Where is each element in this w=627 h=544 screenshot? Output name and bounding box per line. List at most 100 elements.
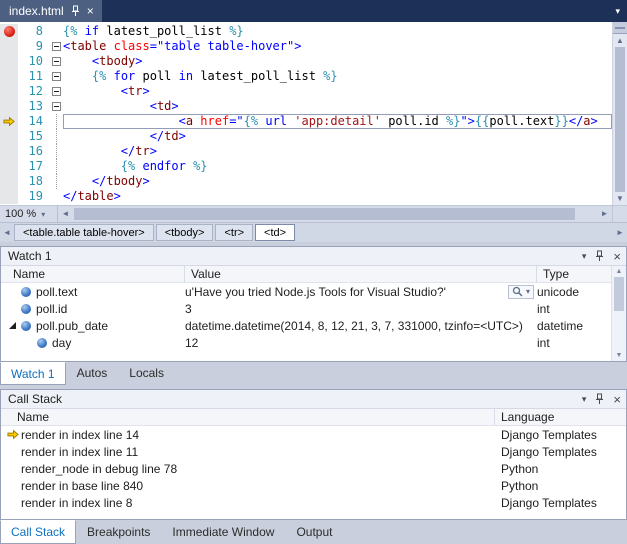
breakpoint-margin[interactable] [0, 54, 18, 69]
pin-icon[interactable] [595, 393, 604, 405]
watch-value-cell[interactable]: 12 [185, 336, 537, 350]
breadcrumb-item-1[interactable]: <tbody> [156, 224, 214, 241]
watch-value-cell[interactable]: datetime.datetime(2014, 8, 12, 21, 3, 7,… [185, 319, 537, 333]
code-text[interactable]: <tbody> [63, 54, 612, 69]
bottom-tab-call-stack[interactable]: Call Stack [0, 520, 76, 544]
code-text[interactable]: </table> [63, 189, 612, 204]
zoom-control[interactable]: 100 % ▾ [0, 206, 58, 222]
fold-margin[interactable] [50, 129, 63, 144]
watch-tab-watch-1[interactable]: Watch 1 [0, 362, 66, 385]
breakpoint-margin[interactable] [0, 189, 18, 204]
close-icon[interactable]: × [87, 5, 94, 17]
bottom-tab-output[interactable]: Output [285, 520, 343, 544]
callstack-row[interactable]: render_node in debug line 78Python [1, 460, 626, 477]
watch-row[interactable]: poll.pub_datedatetime.datetime(2014, 8, … [1, 317, 626, 334]
watch-value-cell[interactable]: 3 [185, 302, 537, 316]
fold-collapse-icon[interactable] [52, 87, 61, 96]
watch-empty-area[interactable] [1, 351, 626, 361]
pin-icon[interactable] [595, 250, 604, 262]
code-text[interactable]: <td> [63, 99, 612, 114]
watch-row[interactable]: poll.textu'Have you tried Node.js Tools … [1, 283, 626, 300]
callstack-row[interactable]: render in index line 14Django Templates [1, 426, 626, 443]
breakpoint-margin[interactable] [0, 114, 18, 129]
breakpoint-margin[interactable] [0, 159, 18, 174]
callstack-row[interactable]: render in index line 11Django Templates [1, 443, 626, 460]
breadcrumb-item-2[interactable]: <tr> [215, 224, 253, 241]
scroll-up-icon[interactable]: ▲ [612, 266, 626, 277]
value-visualizer-button[interactable]: ▾ [508, 285, 534, 299]
breakpoint-margin[interactable] [0, 99, 18, 114]
code-area[interactable]: 8{% if latest_poll_list %}9<table class=… [0, 22, 612, 205]
code-text[interactable]: <table class="table table-hover"> [63, 39, 612, 54]
fold-margin[interactable] [50, 144, 63, 159]
breakpoint-margin[interactable] [0, 24, 18, 39]
watch-row[interactable]: poll.id3int [1, 300, 626, 317]
code-text[interactable]: </tr> [63, 144, 612, 159]
horizontal-scrollbar-thumb[interactable] [74, 208, 575, 220]
horizontal-scrollbar-track[interactable] [73, 206, 597, 222]
breadcrumb-left-icon[interactable]: ◄ [0, 228, 14, 237]
scrollbar-thumb[interactable] [615, 47, 625, 192]
scrollbar-thumb[interactable] [614, 277, 624, 311]
code-text[interactable]: </tbody> [63, 174, 612, 189]
window-position-dropdown-icon[interactable]: ▾ [582, 251, 587, 262]
fold-margin[interactable] [50, 159, 63, 174]
breakpoint-margin[interactable] [0, 84, 18, 99]
breakpoint-icon[interactable] [4, 26, 15, 37]
breadcrumb-item-0[interactable]: <table.table table-hover> [14, 224, 154, 241]
document-well-dropdown-icon[interactable]: ▾ [608, 6, 627, 17]
code-text[interactable]: {% if latest_poll_list %} [63, 24, 612, 39]
code-editor[interactable]: 8{% if latest_poll_list %}9<table class=… [0, 22, 627, 205]
fold-collapse-icon[interactable] [52, 72, 61, 81]
breakpoint-margin[interactable] [0, 69, 18, 84]
breakpoint-margin[interactable] [0, 174, 18, 189]
fold-margin[interactable] [50, 24, 63, 39]
fold-margin[interactable] [50, 174, 63, 189]
scrollbar-track[interactable] [613, 47, 627, 192]
code-text[interactable]: {% for poll in latest_poll_list %} [63, 69, 612, 84]
breadcrumb-right-icon[interactable]: ► [613, 228, 627, 237]
bottom-tab-immediate-window[interactable]: Immediate Window [161, 520, 285, 544]
scrollbar-track[interactable] [612, 277, 626, 350]
fold-margin[interactable] [50, 99, 63, 114]
watch-tab-locals[interactable]: Locals [118, 362, 175, 385]
fold-margin[interactable] [50, 54, 63, 69]
breadcrumb-item-3[interactable]: <td> [255, 224, 295, 241]
watch-vertical-scrollbar[interactable]: ▲ ▼ [611, 266, 626, 361]
watch-title-bar[interactable]: Watch 1 ▾ × [1, 247, 626, 266]
editor-split-handle-icon[interactable] [613, 22, 627, 34]
code-text[interactable]: <a href="{% url 'app:detail' poll.id %}"… [63, 114, 612, 129]
scroll-down-icon[interactable]: ▼ [613, 192, 627, 205]
breakpoint-margin[interactable] [0, 144, 18, 159]
watch-value-cell[interactable]: u'Have you tried Node.js Tools for Visua… [185, 285, 537, 299]
breakpoint-margin[interactable] [0, 129, 18, 144]
fold-margin[interactable] [50, 69, 63, 84]
expander-icon[interactable] [7, 322, 21, 329]
watch-tab-autos[interactable]: Autos [66, 362, 119, 385]
fold-margin[interactable] [50, 189, 63, 204]
pin-icon[interactable] [71, 5, 80, 17]
scroll-left-icon[interactable]: ◄ [58, 206, 73, 222]
code-text[interactable]: </td> [63, 129, 612, 144]
visualizer-dropdown-icon[interactable]: ▾ [526, 287, 530, 296]
close-icon[interactable]: × [613, 393, 621, 406]
bottom-tab-breakpoints[interactable]: Breakpoints [76, 520, 161, 544]
callstack-row[interactable]: render in index line 8Django Templates [1, 494, 626, 511]
code-text[interactable]: <tr> [63, 84, 612, 99]
close-icon[interactable]: × [613, 250, 621, 263]
window-position-dropdown-icon[interactable]: ▾ [582, 394, 587, 405]
fold-collapse-icon[interactable] [52, 102, 61, 111]
breakpoint-margin[interactable] [0, 39, 18, 54]
fold-margin[interactable] [50, 84, 63, 99]
watch-row[interactable]: day12int [1, 334, 626, 351]
scroll-right-icon[interactable]: ► [597, 206, 612, 222]
fold-margin[interactable] [50, 39, 63, 54]
callstack-row[interactable]: render in base line 840Python [1, 477, 626, 494]
document-tab-index-html[interactable]: index.html × [0, 0, 102, 22]
callstack-title-bar[interactable]: Call Stack ▾ × [1, 390, 626, 409]
fold-margin[interactable] [50, 114, 63, 129]
fold-collapse-icon[interactable] [52, 42, 61, 51]
scroll-down-icon[interactable]: ▼ [612, 350, 626, 361]
scroll-up-icon[interactable]: ▲ [613, 34, 627, 47]
code-text[interactable]: {% endfor %} [63, 159, 612, 174]
